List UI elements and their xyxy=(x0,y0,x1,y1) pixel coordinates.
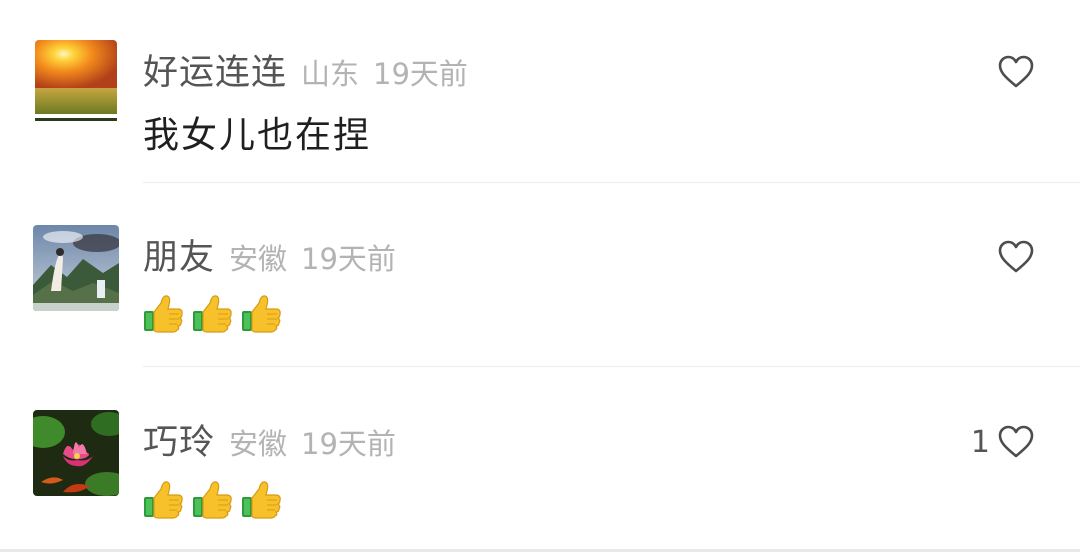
comment-meta: 安徽 19天前 xyxy=(229,421,396,463)
comment-header: 朋友 安徽 19天前 xyxy=(143,229,396,279)
emoji-row xyxy=(141,291,283,335)
location: 安徽 xyxy=(229,427,288,461)
heart-outline-icon[interactable] xyxy=(998,240,1034,274)
timestamp: 19天前 xyxy=(301,427,396,461)
landscape-painting-avatar[interactable] xyxy=(33,225,119,311)
like-button[interactable] xyxy=(990,237,1034,277)
emoji-row xyxy=(141,477,283,521)
username[interactable]: 好运连连 xyxy=(143,44,287,95)
thumbs-up-icon xyxy=(190,477,234,521)
username[interactable]: 朋友 xyxy=(143,229,215,280)
thumbs-up-icon xyxy=(141,477,185,521)
comment-divider xyxy=(143,366,1080,367)
thumbs-up-icon xyxy=(190,291,234,335)
comment-divider xyxy=(143,182,1080,183)
bottom-divider xyxy=(0,549,1080,552)
comment-text: 我女儿也在捏 xyxy=(143,115,372,156)
lotus-flower-avatar[interactable] xyxy=(33,410,119,496)
sunset-field-avatar[interactable] xyxy=(35,40,117,124)
location: 山东 xyxy=(301,57,360,91)
like-button[interactable] xyxy=(990,52,1034,92)
comment-header: 巧玲 安徽 19天前 xyxy=(143,414,396,464)
thumbs-up-icon xyxy=(239,477,283,521)
heart-outline-icon[interactable] xyxy=(998,425,1034,459)
timestamp: 19天前 xyxy=(373,57,468,91)
thumbs-up-icon xyxy=(141,291,185,335)
like-count: 1 xyxy=(970,424,990,460)
heart-outline-icon[interactable] xyxy=(998,55,1034,89)
like-button[interactable]: 1 xyxy=(971,422,1034,462)
thumbs-up-icon xyxy=(239,291,283,335)
username[interactable]: 巧玲 xyxy=(143,414,215,465)
comment-meta: 安徽 19天前 xyxy=(229,236,396,278)
comment-meta: 山东 19天前 xyxy=(301,51,468,93)
timestamp: 19天前 xyxy=(301,242,396,276)
comment-header: 好运连连 山东 19天前 xyxy=(143,44,468,94)
location: 安徽 xyxy=(229,242,288,276)
